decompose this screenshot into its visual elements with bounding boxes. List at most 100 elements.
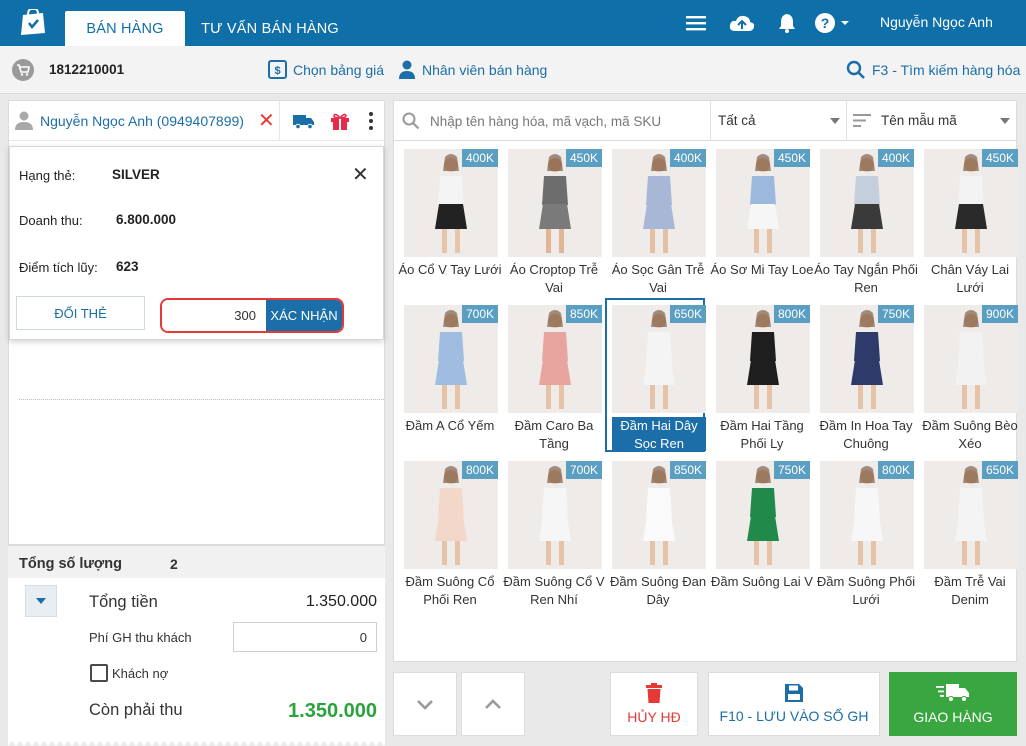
model-leg [442,541,447,565]
product-card[interactable]: 650K Đầm Hai Dây Sọc Ren [605,298,706,452]
sort-select[interactable]: Tên mẫu mã [846,101,1016,140]
chevron-down-icon [1000,118,1010,124]
product-card[interactable]: 850K Đầm Suông Đan Dây [606,455,706,607]
product-card[interactable]: 800K Đầm Suông Cổ Phối Ren [398,455,498,607]
product-bottom [955,204,987,229]
user-menu[interactable]: Nguyễn Ngọc Anh [880,14,993,30]
product-top [542,332,568,361]
product-card[interactable]: 850K Đầm Caro Ba Tầng [502,299,602,451]
model-leg [871,541,876,565]
price-badge: 700K [565,461,602,479]
fast-delivery-truck-icon [936,684,969,703]
product-top [542,488,568,517]
change-card-button[interactable]: ĐỔI THẺ [16,296,145,330]
delivery-truck-icon[interactable] [293,110,315,132]
product-top [750,332,776,361]
shopping-bag-logo-icon[interactable] [18,7,48,37]
tab-ban-hang[interactable]: BÁN HÀNG [65,11,185,46]
remove-customer-icon[interactable]: ✕ [258,111,275,131]
more-options-icon[interactable] [365,110,377,132]
category-select[interactable]: Tất cả [710,101,846,140]
product-name: Đầm Hai Tầng Phối Ly [720,418,804,451]
product-bottom [851,360,883,385]
save-to-delivery-book-button[interactable]: F10 - LƯU VÀO SỔ GH [708,672,880,736]
close-popup-icon[interactable]: ✕ [352,165,369,185]
model-leg [962,229,967,253]
redeem-points-input[interactable] [162,300,266,331]
product-card[interactable]: 400K Áo Cổ V Tay Lưới [398,143,501,295]
product-card[interactable]: 900K Đầm Suông Bèo Xéo [918,299,1018,451]
confirm-button[interactable]: XÁC NHẬN [266,300,342,331]
scroll-down-button[interactable] [393,672,457,736]
product-card[interactable]: 700K Đầm Suông Cổ V Ren Nhí [502,455,605,607]
product-top [438,488,464,517]
product-name: Đầm Suông Đan Dây [609,574,707,607]
product-card[interactable]: 700K Đầm A Cổ Yếm [398,299,498,451]
help-icon[interactable]: ? [814,12,854,34]
floppy-disk-icon [785,684,803,702]
product-search-input[interactable] [430,109,700,133]
product-image: 900K [924,305,1018,413]
product-bottom [435,516,467,541]
product-image: 450K [716,149,810,257]
svg-text:?: ? [821,15,830,31]
product-name: Đầm Suông Bèo Xéo [922,418,1018,451]
deliver-button[interactable]: GIAO HÀNG [889,672,1017,736]
gift-icon[interactable] [329,110,351,132]
menu-icon[interactable] [685,12,707,34]
product-card[interactable]: 800K Đầm Hai Tầng Phối Ly [710,299,810,451]
product-card[interactable]: 450K Áo Croptop Trễ Vai [502,143,602,295]
redeem-points-group: XÁC NHẬN [160,298,344,333]
product-card[interactable]: 800K Đầm Suông Phối Lưới [814,455,915,607]
price-list-button[interactable]: $ Chọn bảng giá [268,60,384,79]
product-top [438,332,464,361]
invoice-code: 1812210001 [49,62,125,77]
product-bottom [747,360,779,385]
model-leg [858,385,863,409]
shipping-fee-input[interactable] [233,622,377,652]
svg-text:$: $ [274,65,280,77]
collapse-toggle-button[interactable] [25,585,57,617]
search-shortcut-label: F3 - Tìm kiếm hàng hóa [872,62,1021,78]
price-badge: 800K [877,461,914,479]
model-leg [767,229,772,253]
cart-icon [12,59,34,81]
customer-debt-checkbox[interactable] [90,664,108,682]
product-top [854,332,880,361]
product-image: 800K [820,461,914,569]
product-card[interactable]: 450K Áo Sơ Mi Tay Loe [710,143,813,295]
product-bottom [955,360,987,385]
product-name: Áo Cổ V Tay Lưới [398,262,502,277]
search-shortcut-button[interactable]: F3 - Tìm kiếm hàng hóa [846,60,1020,80]
product-card[interactable]: 750K Đầm Suông Lai V [710,455,813,607]
product-top [646,176,672,205]
bell-icon[interactable] [776,12,798,34]
caret-down-icon [36,598,46,604]
tab-tu-van-ban-hang[interactable]: TƯ VẤN BÁN HÀNG [190,11,350,46]
cloud-sync-icon[interactable] [728,12,756,34]
product-grid: 400K Áo Cổ V Tay Lưới 450K Áo Croptop Trễ V… [393,141,1018,662]
product-card[interactable]: 400K Áo Sọc Gân Trễ Vai [606,143,706,295]
customer-name[interactable]: Nguyễn Ngọc Anh (0949407899) [40,113,244,129]
product-card[interactable]: 400K Áo Tay Ngắn Phối Ren [814,143,918,295]
model-leg [962,385,967,409]
sort-select-value: Tên mẫu mã [881,113,957,128]
product-card[interactable]: 650K Đầm Trễ Vai Denim [918,455,1018,607]
cancel-invoice-button[interactable]: HỦY HĐ [610,672,698,736]
product-name: Đầm Hai Dây Sọc Ren [612,417,706,451]
price-badge: 900K [981,305,1018,323]
staff-button[interactable]: Nhân viên bán hàng [398,60,547,80]
product-image: 400K [404,149,498,257]
product-top [958,488,984,517]
customer-debt-label: Khách nợ [112,666,169,681]
customer-row: Nguyễn Ngọc Anh (0949407899) ✕ [9,101,384,141]
deliver-label: GIAO HÀNG [913,709,993,725]
staff-icon [399,60,415,79]
product-card[interactable]: 750K Đầm In Hoa Tay Chuông [814,299,914,451]
product-image: 850K [508,305,602,413]
scroll-up-button[interactable] [461,672,525,736]
product-card[interactable]: 450K Chân Váy Lai Lưới [918,143,1018,295]
product-image: 700K [508,461,602,569]
revenue-value: 6.800.000 [116,212,177,227]
product-bottom [643,204,675,229]
